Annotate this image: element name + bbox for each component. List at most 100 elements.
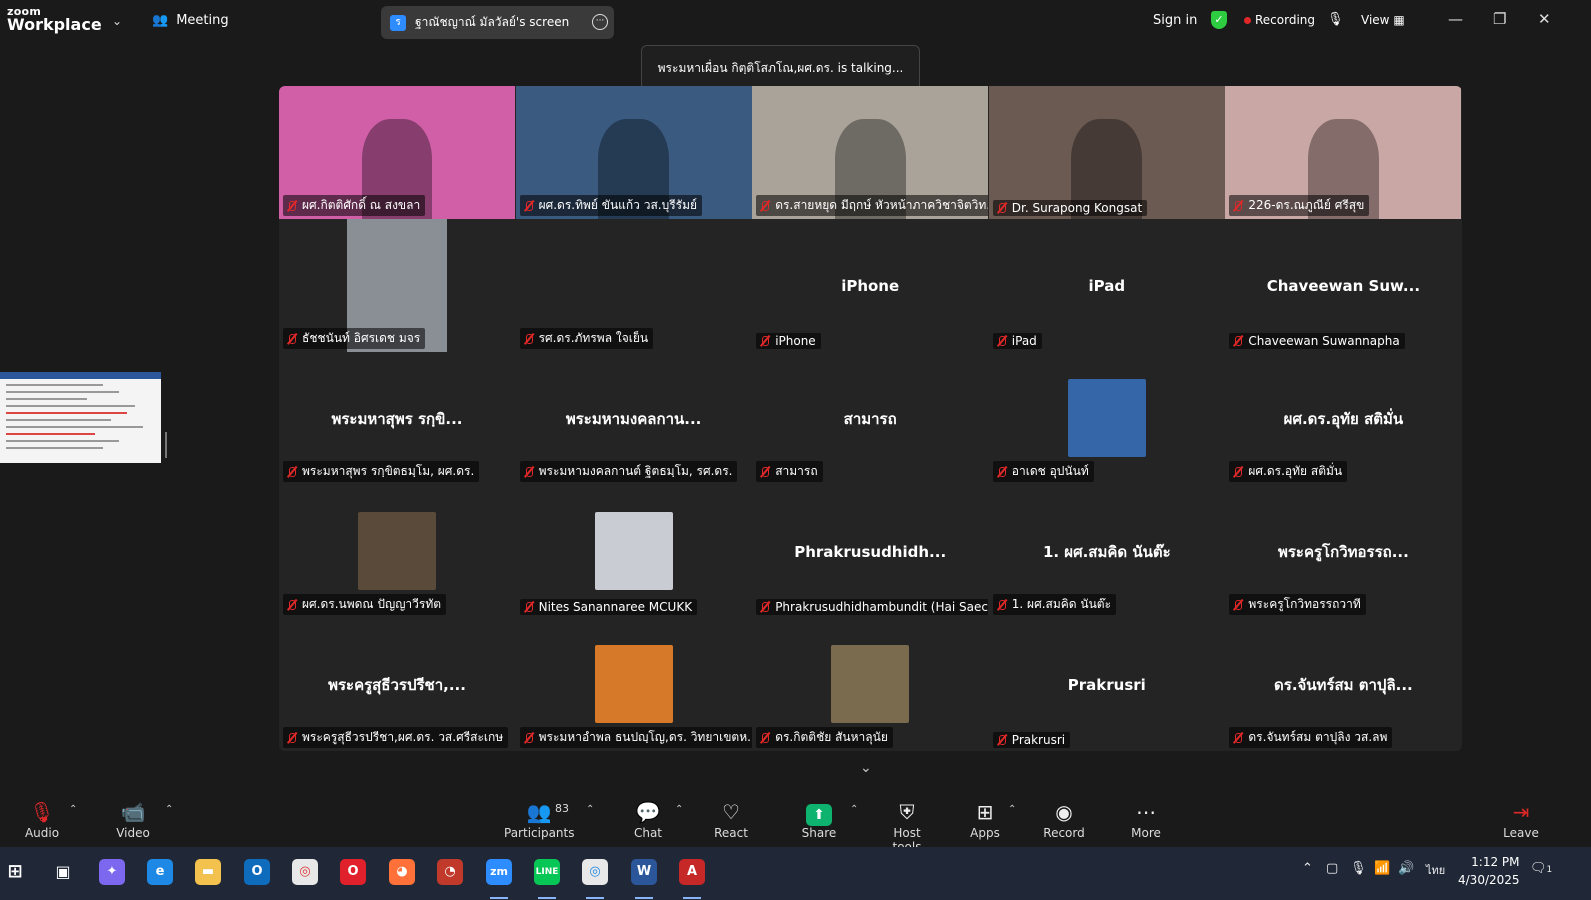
participant-tile[interactable]: พระครูสุธีวรปรีชา,... พระครูสุธีวรปรีชา,ผ… bbox=[279, 618, 515, 751]
participant-name-label: พระมหาสุพร รกฺขิตธมฺโม, ผศ.ดร. bbox=[283, 461, 480, 482]
show-hidden-icons[interactable]: ⌃ bbox=[1302, 861, 1313, 876]
chevron-down-icon[interactable]: ⌄ bbox=[860, 760, 872, 776]
view-button[interactable]: View ▦ bbox=[1361, 13, 1405, 27]
wifi-icon[interactable]: 📶 bbox=[1374, 861, 1390, 876]
record-button[interactable]: ◉ Record bbox=[1042, 798, 1086, 840]
file-explorer-icon[interactable]: ▬ bbox=[195, 859, 221, 885]
close-icon[interactable]: ✕ bbox=[1538, 10, 1551, 28]
participant-tile[interactable]: Nites Sanannaree MCUKK bbox=[515, 485, 752, 618]
participant-tile[interactable]: อาเดช อุปนันท์ bbox=[988, 352, 1225, 485]
participant-tile[interactable]: ผศ.ดร.ทิพย์ ขันแก้ว วส.บุรีรัมย์ bbox=[515, 86, 752, 219]
participant-tile[interactable]: ธัชชนันท์ อิศรเดช มจร bbox=[279, 219, 515, 352]
acrobat-icon[interactable]: A bbox=[679, 859, 705, 885]
audio-options-caret[interactable]: ⌃ bbox=[69, 804, 77, 815]
more-icon: ⋯ bbox=[1136, 800, 1156, 824]
participant-tile[interactable]: Dr. Surapong Kongsat bbox=[988, 86, 1225, 219]
video-button[interactable]: 📹 Video bbox=[113, 798, 153, 840]
participant-name-label: ผศ.ดร.อุทัย สติมั่น bbox=[1229, 461, 1348, 482]
shared-screen-thumbnail[interactable] bbox=[0, 372, 161, 463]
word-icon[interactable]: W bbox=[631, 859, 657, 885]
participant-name: พระครูโกวิทอรรถวาที bbox=[1248, 597, 1361, 611]
resize-handle[interactable] bbox=[165, 432, 167, 458]
participants-count: 83 bbox=[555, 802, 569, 815]
title-bar: zoom Workplace ⌄ 👥 Meeting ร ฐาณัชญาณ์ ม… bbox=[0, 0, 1591, 44]
line-icon[interactable]: LINE bbox=[534, 859, 560, 885]
microphone-icon[interactable]: 🎙 bbox=[1327, 12, 1344, 27]
security-shield-icon[interactable]: ✓ bbox=[1211, 11, 1227, 29]
chat-button[interactable]: 💬 Chat bbox=[630, 798, 666, 840]
participant-tile[interactable]: ผศ.ดร.อุทัย สติมั่น ผศ.ดร.อุทัย สติมั่น bbox=[1225, 352, 1462, 485]
participant-tile[interactable]: ดร.กิตติชัย สันหาลุนัย bbox=[752, 618, 989, 751]
audio-label: Audio bbox=[24, 826, 60, 840]
participant-tile[interactable]: ดร.สายหยุด มีฤกษ์ หัวหน้าภาควิชาจิตวิท..… bbox=[752, 86, 989, 219]
task-view-icon[interactable]: ▣ bbox=[50, 859, 76, 885]
recording-label: Recording bbox=[1255, 13, 1316, 27]
audio-button[interactable]: 🎙 Audio bbox=[22, 798, 62, 840]
leave-button[interactable]: ⇥ Leave bbox=[1502, 798, 1540, 840]
participant-tile[interactable]: พระครูโกวิทอรรถ... พระครูโกวิทอรรถวาที bbox=[1225, 485, 1462, 618]
participant-tile[interactable]: พระมหาสุพร รกฺขิ... พระมหาสุพร รกฺขิตธมฺโ… bbox=[279, 352, 515, 485]
participant-tile[interactable]: ผศ.กิตติศักดิ์ ณ สงขลา bbox=[279, 86, 515, 219]
participants-options-caret[interactable]: ⌃ bbox=[586, 804, 594, 815]
firefox-icon[interactable]: ◕ bbox=[389, 859, 415, 885]
muted-mic-icon bbox=[996, 335, 1008, 347]
share-status-pill[interactable]: ร ฐาณัชญาณ์ มัลวัลย์'s screen ··· bbox=[381, 6, 614, 39]
participant-name: พระมหาสุพร รกฺขิตธมฺโม, ผศ.ดร. bbox=[302, 464, 475, 478]
participant-name: 226-ดร.ณภูณีย์ ศรีสุข bbox=[1248, 198, 1365, 212]
copilot-icon[interactable]: ✦ bbox=[99, 859, 125, 885]
share-button[interactable]: ⬆ Share bbox=[800, 798, 838, 840]
chrome-profile-icon[interactable]: ◎ bbox=[582, 859, 608, 885]
meeting-menu[interactable]: 👥 Meeting bbox=[152, 13, 229, 28]
more-button[interactable]: ⋯ More bbox=[1128, 798, 1164, 840]
restore-icon[interactable]: ❐ bbox=[1493, 10, 1506, 28]
more-options-icon[interactable]: ··· bbox=[592, 14, 608, 30]
sign-in-link[interactable]: Sign in bbox=[1153, 13, 1197, 28]
notifications-icon[interactable]: 🗨1 bbox=[1530, 861, 1552, 876]
host-tools-button[interactable]: ⛨ Host tools bbox=[878, 798, 936, 854]
meet-now-icon[interactable]: ▢ bbox=[1326, 861, 1338, 876]
participant-name: Phrakrusudhidhambundit (Hai Saec... bbox=[775, 600, 989, 614]
participant-tile[interactable]: Prakrusri Prakrusri bbox=[988, 618, 1225, 751]
participant-tile[interactable]: 1. ผศ.สมคิด นันต๊ะ 1. ผศ.สมคิด นันต๊ะ bbox=[988, 485, 1225, 618]
participant-tile[interactable]: Chaveewan Suw... Chaveewan Suwannapha bbox=[1225, 219, 1462, 352]
participant-tile[interactable]: iPhone iPhone bbox=[752, 219, 989, 352]
zoom-icon[interactable]: zm bbox=[486, 859, 512, 885]
outlook-icon[interactable]: O bbox=[244, 859, 270, 885]
participant-tile[interactable]: ผศ.ดร.นพดณ ปัญญาวีรทัต bbox=[279, 485, 515, 618]
microphone-tray-icon[interactable]: 🎙 bbox=[1350, 861, 1367, 876]
apps-options-caret[interactable]: ⌃ bbox=[1008, 804, 1016, 815]
participant-name-label: ผศ.กิตติศักดิ์ ณ สงขลา bbox=[283, 195, 426, 216]
windows-start-icon[interactable]: ⊞ bbox=[2, 859, 28, 885]
muted-mic-icon bbox=[1232, 466, 1244, 478]
view-label: View bbox=[1361, 13, 1390, 27]
chat-options-caret[interactable]: ⌃ bbox=[675, 804, 683, 815]
react-button[interactable]: ♡ React bbox=[712, 798, 750, 840]
minimize-icon[interactable]: — bbox=[1448, 10, 1463, 28]
participant-tile[interactable]: iPad iPad bbox=[988, 219, 1225, 352]
participant-tile[interactable]: พระมหามงคลกาน... พระมหามงคลกานต์ ฐิตธมฺโม… bbox=[515, 352, 752, 485]
input-language[interactable]: ไทย bbox=[1426, 861, 1445, 879]
participant-tile[interactable]: Phrakrusudhidh... Phrakrusudhidhambundit … bbox=[752, 485, 989, 618]
participant-name-label: ดร.สายหยุด มีฤกษ์ หัวหน้าภาควิชาจิตวิท..… bbox=[756, 195, 989, 216]
edge-icon[interactable]: e bbox=[147, 859, 173, 885]
recording-indicator[interactable]: Recording bbox=[1244, 13, 1315, 27]
participant-tile[interactable]: ดร.จันทร์สม ตาปุลิ... ดร.จันทร์สม ตาปุลิง… bbox=[1225, 618, 1462, 751]
participant-display-name: iPad bbox=[1088, 276, 1126, 295]
shield-icon: ⛨ bbox=[899, 800, 915, 824]
chevron-down-icon[interactable]: ⌄ bbox=[112, 14, 122, 28]
muted-mic-icon bbox=[759, 601, 771, 613]
taskbar-clock[interactable]: 1:12 PM 4/30/2025 bbox=[1458, 853, 1520, 889]
chrome-icon[interactable]: ◎ bbox=[292, 859, 318, 885]
apps-button[interactable]: ⊞ Apps bbox=[966, 798, 1004, 840]
participant-tile[interactable]: สามารถ สามารถ bbox=[752, 352, 989, 485]
participant-tile[interactable]: พระมหาอำพล ธนปญฺโญ,ดร. วิทยาเขตห... bbox=[515, 618, 752, 751]
app-icon[interactable]: ◔ bbox=[437, 859, 463, 885]
volume-icon[interactable]: 🔊 bbox=[1398, 861, 1414, 876]
participant-name: 1. ผศ.สมคิด นันต๊ะ bbox=[1011, 597, 1112, 611]
share-options-caret[interactable]: ⌃ bbox=[850, 804, 858, 815]
opera-icon[interactable]: O bbox=[340, 859, 366, 885]
video-options-caret[interactable]: ⌃ bbox=[165, 804, 173, 815]
participant-tile[interactable]: รศ.ดร.ภัทรพล ใจเย็น bbox=[515, 219, 752, 352]
participant-tile[interactable]: 226-ดร.ณภูณีย์ ศรีสุข bbox=[1225, 86, 1462, 219]
muted-mic-icon bbox=[286, 200, 298, 212]
